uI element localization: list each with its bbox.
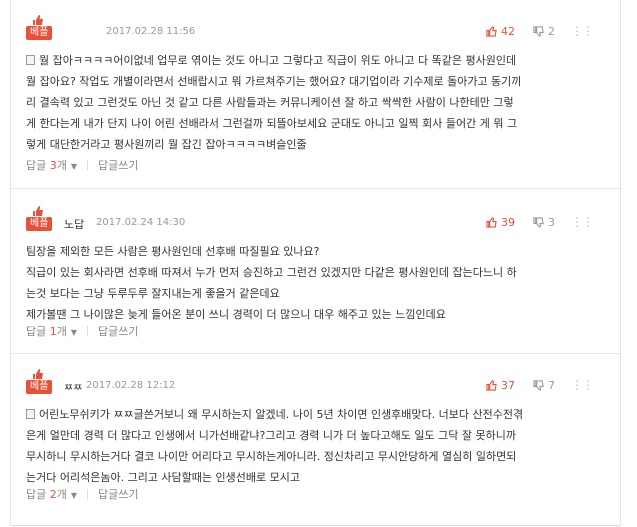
thumbs-down-icon (533, 25, 544, 37)
best-badge-label: 베플 (26, 26, 53, 40)
comment-line: 는거다 어리석은놈아. 그리고 사담할때는 인생선배로 모시고 (26, 471, 300, 484)
vote-group: 42 2 ⋮⋮ (486, 24, 594, 38)
comment-author[interactable]: ㅉㅉ (64, 379, 82, 394)
downvote-count: 7 (548, 378, 555, 392)
comment-body: 어린노무쉬키가 ㅉㅉ글쓴거보니 왜 무시하는지 알겠네. 나이 5년 차이면 인… (26, 404, 607, 488)
more-dots-icon[interactable]: ⋮⋮ (571, 215, 594, 229)
downvote-button[interactable]: 7 (533, 379, 555, 392)
thumbs-down-icon (533, 379, 544, 391)
write-reply-link[interactable]: 답글쓰기 (98, 323, 138, 339)
comment-date: 2017.02.28 11:56 (106, 26, 196, 37)
best-badge: 베플 (26, 14, 53, 40)
vote-group: 37 7 ⋮⋮ (486, 378, 594, 392)
upvote-count: 37 (501, 378, 515, 392)
write-reply-link[interactable]: 답글쓰기 (98, 486, 138, 502)
chevron-down-icon: ▼ (70, 491, 78, 500)
comment-item: 베플 노답 2017.02.24 14:30 39 3 ⋮⋮ 팀장을 제외한 모… (10, 205, 621, 351)
downvote-button[interactable]: 2 (533, 25, 555, 38)
comment-line: 무시하니 무시하는거다 결코 나이만 어리다고 무시하는게아니라. 정신차리고 … (26, 450, 517, 463)
best-badge: 베플 (26, 205, 53, 231)
comment-footer: 답글 3개 ▼ 답글쓰기 (26, 157, 139, 173)
comment-line: 은게 얼만데 경력 더 많다고 인생에서 니가선배같냐?그리고 경력 니가 더 … (26, 429, 516, 442)
reply-toggle[interactable]: 답글 2개 ▼ (26, 486, 77, 502)
comment-line: 뭘 잡아요? 작업도 개별이라면서 선배랍시고 뭐 가르쳐주기는 했어요? 대기… (26, 75, 522, 88)
vote-group: 39 3 ⋮⋮ (486, 215, 594, 229)
comment-body: 팀장을 제외한 모든 사람은 평사원인데 선후배 따질필요 있나요? 직급이 있… (26, 241, 607, 325)
document-icon (26, 55, 35, 65)
comment-body: 뭘 잡아ㅋㅋㅋㅋ어이없네 업무로 엮이는 것도 아니고 그렇다고 직급이 위도 … (26, 50, 607, 155)
upvote-count: 42 (501, 24, 515, 38)
divider (11, 188, 620, 189)
comment-line: 뭘 잡아ㅋㅋㅋㅋ어이없네 업무로 엮이는 것도 아니고 그렇다고 직급이 위도 … (26, 50, 597, 71)
divider (87, 160, 89, 170)
best-badge-label: 베플 (26, 380, 53, 394)
chevron-down-icon: ▼ (70, 328, 78, 337)
comment-footer: 답글 1개 ▼ 답글쓰기 (26, 323, 139, 339)
chevron-down-icon: ▼ (70, 162, 78, 171)
thumbs-up-badge-icon (33, 369, 43, 379)
comment-author[interactable]: 노답 (64, 216, 84, 232)
thumbs-down-icon (533, 216, 544, 228)
comment-item: 베플 ㅉㅉ 2017.02.28 12:12 37 7 ⋮⋮ 어린노무쉬키가 ㅉ… (10, 368, 621, 510)
comment-header: 베플 노답 2017.02.24 14:30 39 3 ⋮⋮ (26, 205, 607, 233)
upvote-button[interactable]: 39 (486, 216, 515, 229)
comment-line: 리 결속력 있고 그런것도 아닌 것 같고 다른 사람들과는 커뮤니케이션 잘 … (26, 96, 514, 109)
reply-toggle[interactable]: 답글 3개 ▼ (26, 157, 77, 173)
divider (87, 326, 89, 336)
downvote-count: 2 (548, 24, 555, 38)
thumbs-up-badge-icon (33, 206, 43, 216)
comment-item: 베플 2017.02.28 11:56 42 2 ⋮⋮ 뭘 잡아ㅋㅋㅋㅋ어이없네… (10, 14, 621, 186)
comment-line: 는것 보다는 그냥 두루두루 잘지내는게 좋을거 같은데요 (26, 287, 280, 300)
comment-date: 2017.02.24 14:30 (96, 217, 186, 228)
thumbs-up-icon (486, 25, 497, 37)
write-reply-link[interactable]: 답글쓰기 (98, 157, 138, 173)
upvote-button[interactable]: 37 (486, 379, 515, 392)
thumbs-up-icon (486, 379, 497, 391)
comment-line: 어린노무쉬키가 ㅉㅉ글쓴거보니 왜 무시하는지 알겠네. 나이 5년 차이면 인… (26, 404, 597, 425)
downvote-count: 3 (548, 215, 555, 229)
downvote-button[interactable]: 3 (533, 216, 555, 229)
comment-date: 2017.02.28 12:12 (86, 380, 176, 391)
more-dots-icon[interactable]: ⋮⋮ (571, 24, 594, 38)
divider (87, 489, 89, 499)
document-icon (26, 409, 35, 419)
upvote-button[interactable]: 42 (486, 25, 515, 38)
comment-line: 게 한다는게 내가 단지 나이 어린 선배라서 그런걸까 되뜰아보세요 군대도 … (26, 117, 518, 130)
comment-line: 제가볼땐 그 나이많은 늦게 들어온 분이 쓰니 경력이 더 많으니 대우 해주… (26, 308, 446, 321)
comment-header: 베플 ㅉㅉ 2017.02.28 12:12 37 7 ⋮⋮ (26, 368, 607, 396)
comment-line: 렇게 대단한거라고 평사원끼리 뭘 잡긴 잡아ㅋㅋㅋㅋ벼슬인줄 (26, 138, 307, 151)
best-badge-label: 베플 (26, 217, 53, 231)
comment-line: 직급이 있는 회사라면 선후배 따져서 누가 먼저 승진하고 그런건 있겠지만 … (26, 266, 517, 279)
divider (11, 353, 620, 354)
best-badge: 베플 (26, 368, 53, 394)
comment-line: 팀장을 제외한 모든 사람은 평사원인데 선후배 따질필요 있나요? (26, 245, 320, 258)
thumbs-up-badge-icon (33, 15, 43, 25)
comment-header: 베플 2017.02.28 11:56 42 2 ⋮⋮ (26, 14, 607, 42)
thumbs-up-icon (486, 216, 497, 228)
reply-toggle[interactable]: 답글 1개 ▼ (26, 323, 77, 339)
upvote-count: 39 (501, 215, 515, 229)
more-dots-icon[interactable]: ⋮⋮ (571, 378, 594, 392)
comment-footer: 답글 2개 ▼ 답글쓰기 (26, 486, 139, 502)
